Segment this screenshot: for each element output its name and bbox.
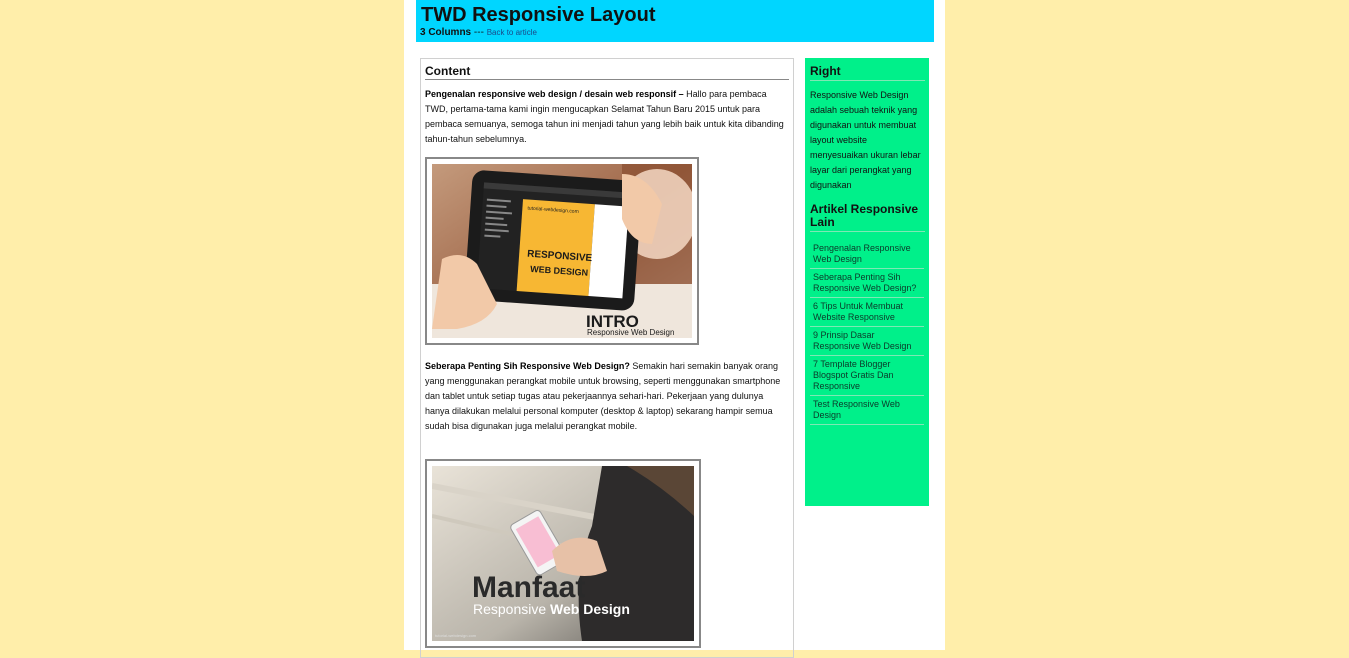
importance-paragraph: Seberapa Penting Sih Responsive Web Desi… (425, 359, 789, 434)
related-article-link[interactable]: 6 Tips Untuk Membuat Website Responsive (810, 298, 924, 327)
intro-image-frame: tutorial-webdesign.com RESPONSIVE WEB DE… (425, 157, 699, 345)
related-article-link[interactable]: Seberapa Penting Sih Responsive Web Desi… (810, 269, 924, 298)
related-article-label[interactable]: Seberapa Penting Sih Responsive Web Desi… (813, 272, 916, 293)
benefit-caption: Manfaat (472, 571, 585, 604)
benefit-caption-sub-b: Web Design (550, 601, 630, 617)
related-article-label[interactable]: 9 Prinsip Dasar Responsive Web Design (813, 330, 911, 351)
related-article-link[interactable]: Test Responsive Web Design (810, 396, 924, 425)
benefit-caption-sub: Responsive Web Design (473, 601, 630, 617)
related-articles-list: Pengenalan Responsive Web Design Seberap… (810, 240, 924, 425)
image-watermark: tutorial-webdesign.com (435, 633, 477, 638)
smartphone-image: Manfaat Responsive Web Design tutorial-w… (432, 466, 694, 641)
related-articles-heading: Artikel Responsive Lain (810, 203, 925, 232)
intro-paragraph-bold: Pengenalan responsive web design / desai… (425, 89, 684, 99)
content-column: Content Pengenalan responsive web design… (420, 58, 794, 658)
related-article-link[interactable]: 7 Template Blogger Blogspot Gratis Dan R… (810, 356, 924, 396)
related-article-link[interactable]: Pengenalan Responsive Web Design (810, 240, 924, 269)
content-heading: Content (425, 64, 789, 80)
intro-caption-sub: Responsive Web Design (587, 328, 674, 337)
benefit-image-frame: Manfaat Responsive Web Design tutorial-w… (425, 459, 701, 648)
header-subtitle: 3 Columns --- Back to article (420, 27, 537, 39)
tablet-image: tutorial-webdesign.com RESPONSIVE WEB DE… (432, 164, 692, 338)
benefit-caption-sub-a: Responsive (473, 601, 550, 617)
related-article-link[interactable]: 9 Prinsip Dasar Responsive Web Design (810, 327, 924, 356)
importance-paragraph-bold: Seberapa Penting Sih Responsive Web Desi… (425, 361, 630, 371)
site-title: TWD Responsive Layout (421, 4, 656, 26)
right-sidebar: Right Responsive Web Design adalah sebua… (805, 58, 929, 506)
separator: --- (473, 27, 484, 38)
importance-paragraph-text: Semakin hari semakin banyak orang yang m… (425, 361, 781, 431)
related-article-label[interactable]: 7 Template Blogger Blogspot Gratis Dan R… (813, 359, 894, 391)
related-article-label[interactable]: Test Responsive Web Design (813, 399, 900, 420)
sidebar-description: Responsive Web Design adalah sebuah tekn… (810, 90, 921, 190)
related-article-label[interactable]: 6 Tips Untuk Membuat Website Responsive (813, 301, 903, 322)
back-to-article-link[interactable]: Back to article (487, 28, 537, 37)
related-article-label[interactable]: Pengenalan Responsive Web Design (813, 243, 911, 264)
columns-label: 3 Columns (420, 27, 472, 38)
intro-paragraph: Pengenalan responsive web design / desai… (425, 87, 789, 147)
page-wrapper: TWD Responsive Layout 3 Columns --- Back… (404, 0, 945, 658)
sidebar-heading: Right (810, 65, 925, 81)
site-header: TWD Responsive Layout 3 Columns --- Back… (416, 0, 934, 42)
